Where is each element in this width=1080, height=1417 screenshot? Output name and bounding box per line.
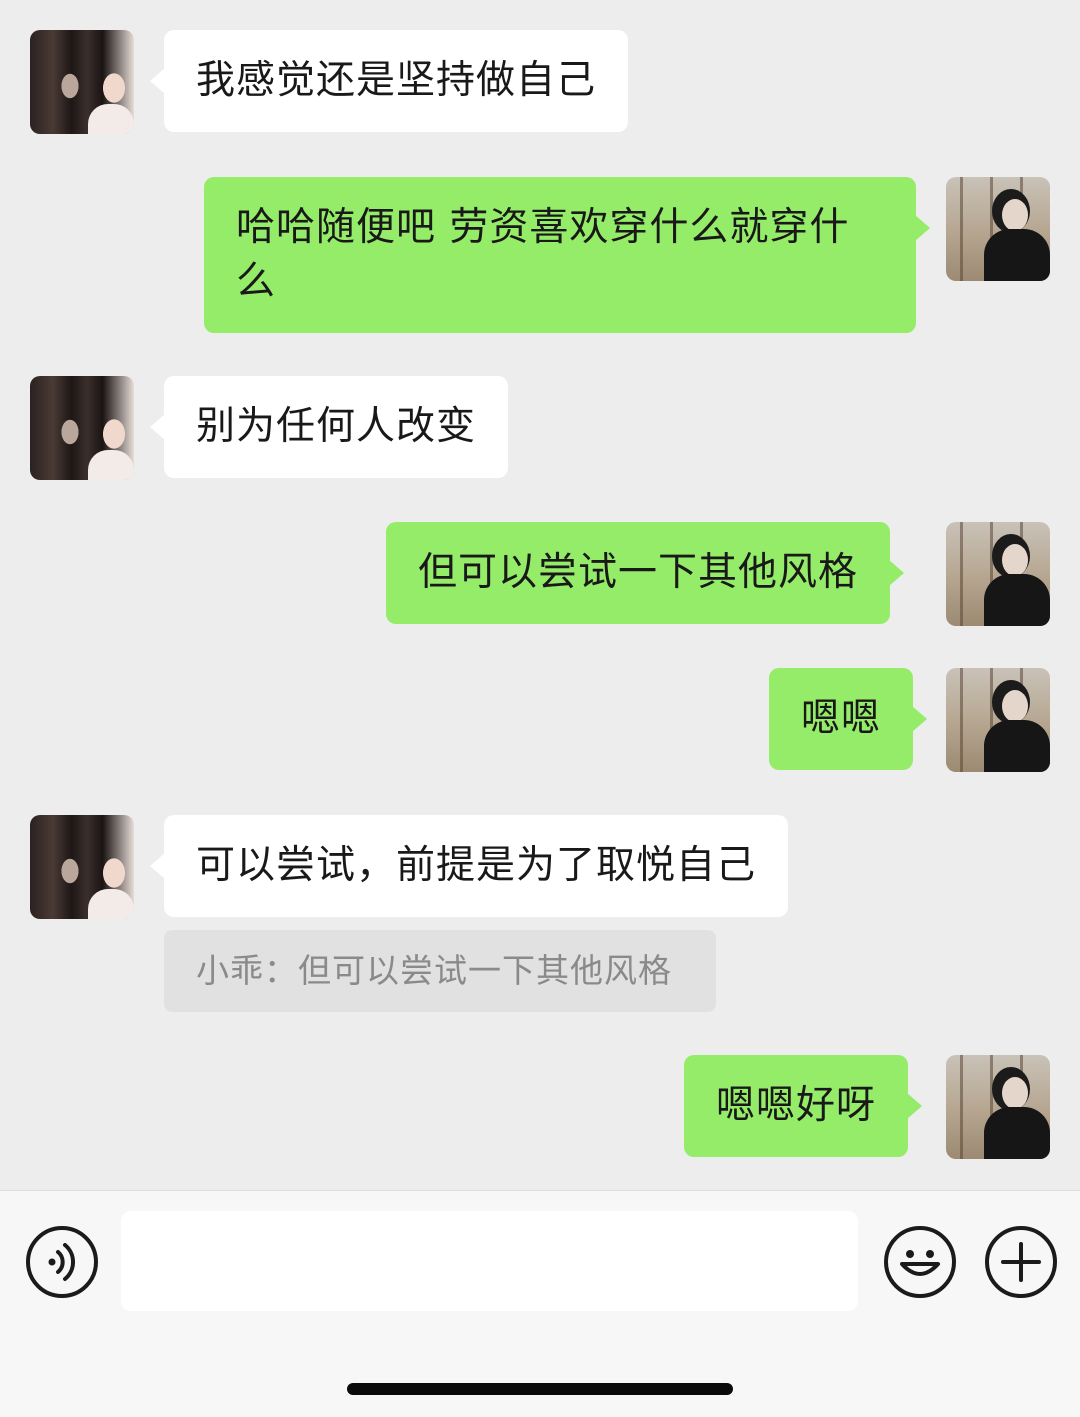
contact-avatar[interactable] xyxy=(30,376,134,480)
incoming-message-bubble[interactable]: 我感觉还是坚持做自己 xyxy=(149,30,629,132)
plus-icon[interactable] xyxy=(985,1226,1057,1298)
chat-area[interactable]: 我感觉还是坚持做自己 哈哈随便吧 劳资喜欢穿什么就穿什么 别为任何人改变 但可以… xyxy=(0,0,1080,1190)
message-input[interactable] xyxy=(121,1211,858,1311)
message-text: 嗯嗯 xyxy=(801,696,882,741)
message-text: 别为任何人改变 xyxy=(196,404,477,449)
emoji-icon[interactable] xyxy=(884,1226,956,1298)
self-avatar[interactable] xyxy=(946,668,1050,772)
message-text: 嗯嗯好呀 xyxy=(716,1083,877,1128)
incoming-message-bubble[interactable]: 可以尝试，前提是为了取悦自己 xyxy=(149,815,789,917)
outgoing-message-bubble[interactable]: 嗯嗯好呀 xyxy=(684,1055,923,1157)
voice-icon xyxy=(48,1243,76,1281)
message-text: 哈哈随便吧 劳资喜欢穿什么就穿什么 xyxy=(236,205,850,304)
quoted-message[interactable]: 小乖：但可以尝试一下其他风格 xyxy=(164,930,716,1012)
incoming-message-bubble[interactable]: 别为任何人改变 xyxy=(149,376,509,478)
outgoing-message-bubble[interactable]: 哈哈随便吧 劳资喜欢穿什么就穿什么 xyxy=(204,177,930,333)
outgoing-message-bubble[interactable]: 嗯嗯 xyxy=(769,668,928,770)
input-bar xyxy=(0,1190,1080,1417)
contact-avatar[interactable] xyxy=(30,815,134,919)
message-text: 可以尝试，前提是为了取悦自己 xyxy=(196,843,757,888)
self-avatar[interactable] xyxy=(946,177,1050,281)
plus-icon xyxy=(1001,1242,1041,1282)
message-text: 我感觉还是坚持做自己 xyxy=(196,58,597,103)
contact-avatar[interactable] xyxy=(30,30,134,134)
message-text: 但可以尝试一下其他风格 xyxy=(418,550,859,595)
outgoing-message-bubble[interactable]: 但可以尝试一下其他风格 xyxy=(386,522,905,624)
home-indicator[interactable] xyxy=(347,1383,733,1395)
self-avatar[interactable] xyxy=(946,1055,1050,1159)
self-avatar[interactable] xyxy=(946,522,1050,626)
emoji-icon xyxy=(900,1250,940,1276)
quoted-message-text: 小乖：但可以尝试一下其他风格 xyxy=(196,951,672,990)
voice-icon[interactable] xyxy=(26,1226,98,1298)
